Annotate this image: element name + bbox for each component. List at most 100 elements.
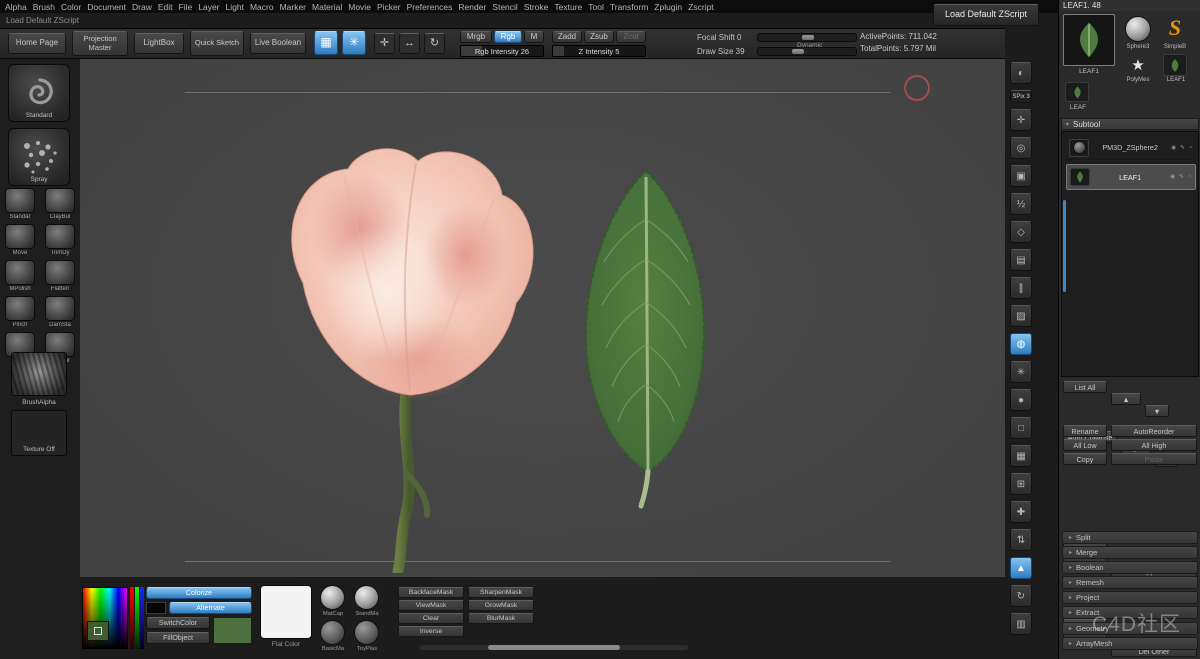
- mrgb-button[interactable]: Mrgb: [460, 31, 492, 43]
- menu-item[interactable]: Edit: [158, 2, 173, 12]
- brush-item[interactable]: Move: [3, 224, 37, 256]
- menu-item[interactable]: Preferences: [407, 2, 453, 12]
- menu-item[interactable]: Render: [458, 2, 486, 12]
- load-default-zscript-button[interactable]: Load Default ZScript: [933, 4, 1039, 26]
- xpose-icon[interactable]: ✳: [1010, 361, 1032, 383]
- mask-button[interactable]: ViewMask: [398, 600, 464, 611]
- brush-standard[interactable]: Standard: [8, 64, 70, 122]
- actual-size-icon[interactable]: ▣: [1010, 165, 1032, 187]
- brush-item[interactable]: Standar: [3, 188, 37, 220]
- rotate-mode-icon[interactable]: ↻: [424, 33, 445, 54]
- transp-icon[interactable]: ▨: [1010, 305, 1032, 327]
- mask-button[interactable]: Inverse: [398, 626, 464, 637]
- projection-master-button[interactable]: Projection Master: [72, 31, 128, 56]
- focal-shift-slider[interactable]: [757, 33, 857, 42]
- frame-icon[interactable]: □: [1010, 417, 1032, 439]
- brush-item[interactable]: TrimDy: [43, 224, 77, 256]
- menu-item[interactable]: Zplugin: [654, 2, 682, 12]
- mask-button[interactable]: GrowMask: [468, 600, 534, 611]
- brush-item[interactable]: Pinch: [3, 296, 37, 328]
- local-sym-icon[interactable]: ∥: [1010, 277, 1032, 299]
- current-tool-thumbnail[interactable]: [1063, 14, 1115, 66]
- material-item[interactable]: ToyPlas: [354, 620, 380, 652]
- menu-item[interactable]: Texture: [554, 2, 582, 12]
- menu-item[interactable]: Light: [226, 2, 244, 12]
- rgb-intensity-slider[interactable]: Rgb Intensity 26: [460, 45, 544, 57]
- red-channel-bar[interactable]: [130, 587, 134, 649]
- brush-item[interactable]: DamSta: [43, 296, 77, 328]
- current-color-swatch[interactable]: [87, 621, 109, 641]
- material-item[interactable]: StandMa: [354, 585, 380, 617]
- main-color-swatch[interactable]: [213, 617, 252, 644]
- fill-object-button[interactable]: FillObject: [146, 632, 210, 644]
- zadd-button[interactable]: Zadd: [552, 31, 582, 43]
- zcut-button[interactable]: Zcut: [616, 31, 646, 43]
- subtool-button[interactable]: All High: [1111, 439, 1197, 451]
- mask-button[interactable]: BlurMask: [468, 613, 534, 624]
- section-header[interactable]: Remesh: [1062, 576, 1198, 589]
- list-all-button[interactable]: List All: [1063, 381, 1107, 393]
- sculptris-pro-icon[interactable]: ▲: [1010, 557, 1032, 579]
- texture-slot[interactable]: Texture Off: [11, 410, 67, 456]
- live-boolean-button[interactable]: Live Boolean: [250, 33, 306, 54]
- sphere3d-tool-icon[interactable]: [1125, 16, 1151, 42]
- history-icon[interactable]: ↻: [1010, 585, 1032, 607]
- subtool-button[interactable]: Copy: [1063, 453, 1107, 465]
- shade-icon[interactable]: ◔: [1188, 174, 1192, 180]
- secondary-color-swatch[interactable]: [146, 602, 166, 614]
- blue-channel-bar[interactable]: [140, 587, 144, 649]
- menu-item[interactable]: Zscript: [688, 2, 714, 12]
- polyframe-icon[interactable]: ▦: [1010, 445, 1032, 467]
- subtool-button[interactable]: AutoReorder: [1111, 425, 1197, 437]
- scale-mode-icon[interactable]: ↔: [399, 33, 420, 54]
- m-button[interactable]: M: [524, 31, 544, 43]
- subtool-row-selected[interactable]: LEAF1 ◉ ✎ ◔: [1066, 164, 1196, 190]
- spix-slider[interactable]: SPix 3: [1010, 90, 1032, 103]
- mask-button[interactable]: Clear: [398, 613, 464, 624]
- menu-item[interactable]: Draw: [132, 2, 152, 12]
- subtool-button[interactable]: Rename: [1063, 425, 1107, 437]
- menu-item[interactable]: Stencil: [492, 2, 518, 12]
- quick-sketch-button[interactable]: Quick Sketch: [190, 31, 244, 56]
- uv-check-icon[interactable]: ⊞: [1010, 473, 1032, 495]
- menu-item[interactable]: Macro: [250, 2, 274, 12]
- eye-icon[interactable]: ◉: [1171, 145, 1177, 151]
- floor-grid-icon[interactable]: ▤: [1010, 249, 1032, 271]
- subtool-up-button[interactable]: ▲: [1111, 393, 1141, 405]
- menu-item[interactable]: Color: [61, 2, 81, 12]
- menu-item[interactable]: Tool: [588, 2, 604, 12]
- doc-view-icon[interactable]: ▥: [1010, 613, 1032, 635]
- home-page-button[interactable]: Home Page: [8, 33, 66, 54]
- subtool-list[interactable]: PM3D_ZSphere2 ◉ ✎ ◔ LEAF1 ◉ ✎ ◔: [1061, 131, 1199, 377]
- recent-tool-thumbnail[interactable]: [1065, 82, 1089, 102]
- section-header[interactable]: ArrayMesh: [1062, 637, 1198, 650]
- solo-icon[interactable]: ●: [1010, 389, 1032, 411]
- flat-color-material[interactable]: [260, 585, 312, 639]
- tool-panel-header[interactable]: LEAF1. 48: [1059, 0, 1200, 11]
- green-channel-bar[interactable]: [135, 587, 139, 649]
- menu-item[interactable]: Brush: [33, 2, 55, 12]
- section-header[interactable]: Boolean: [1062, 561, 1198, 574]
- subtool-scrollbar[interactable]: [1063, 200, 1066, 292]
- aa-half-icon[interactable]: ½: [1010, 193, 1032, 215]
- subtool-button[interactable]: All Low: [1063, 439, 1107, 451]
- move-mode-icon[interactable]: ✛: [374, 33, 395, 54]
- bpr-render-icon[interactable]: ◐: [1010, 62, 1032, 84]
- menu-item[interactable]: Material: [312, 2, 342, 12]
- section-header[interactable]: Split: [1062, 531, 1198, 544]
- draw-pointer-icon[interactable]: ✳: [342, 31, 366, 55]
- simple-brush-icon[interactable]: S: [1161, 14, 1189, 42]
- persp-icon[interactable]: ◇: [1010, 221, 1032, 243]
- mask-button[interactable]: BackfaceMask: [398, 587, 464, 598]
- menu-item[interactable]: Layer: [198, 2, 219, 12]
- color-picker[interactable]: [82, 585, 146, 651]
- subtool-section-header[interactable]: ▾ Subtool: [1061, 118, 1199, 130]
- switch-color-button[interactable]: SwitchColor: [146, 617, 210, 629]
- rose-model[interactable]: [248, 143, 558, 578]
- gyro-icon[interactable]: ✚: [1010, 501, 1032, 523]
- colorize-button[interactable]: Colorize: [146, 587, 252, 599]
- local-pivot-icon[interactable]: ⇅: [1010, 529, 1032, 551]
- menu-item[interactable]: Marker: [280, 2, 306, 12]
- z-intensity-slider[interactable]: Z Intensity 5: [552, 45, 646, 57]
- alpha-thumbnail[interactable]: [11, 352, 67, 396]
